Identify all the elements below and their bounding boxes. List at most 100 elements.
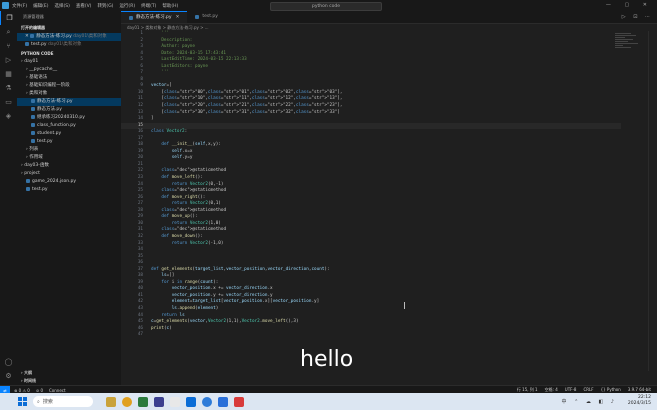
extensions-icon[interactable]: ▦ [0, 67, 17, 81]
tree-item-label: 列表 [29, 147, 39, 152]
python-icon[interactable]: ◈ [0, 109, 17, 123]
line-number: 47 [137, 332, 143, 338]
title-bar: 文件(F) 编辑(E) 选择(S) 查看(V) 转到(G) 运行(R) 终端(T) 帮助(H)… [0, 0, 657, 11]
chrome-icon[interactable] [122, 396, 132, 407]
status-item[interactable]: ⊗ 0 ⚠ 0 [14, 388, 30, 393]
store-icon[interactable] [138, 396, 148, 407]
command-center-search[interactable]: python code [270, 2, 382, 11]
python-file-icon [30, 33, 35, 38]
window-controls[interactable]: — ▢ ✕ [606, 2, 653, 8]
status-item[interactable]: {} Python [601, 387, 621, 392]
testing-icon[interactable]: ⚗ [0, 81, 17, 95]
edge-icon[interactable] [202, 396, 212, 407]
editor-tab[interactable]: 静态方法-练习.py ✕ [121, 11, 188, 24]
status-item[interactable]: ⊘ 0 [36, 388, 43, 393]
folder-item[interactable]: › 基础知识编程一阶段 [17, 82, 121, 90]
editor-area: 静态方法-练习.py ✕ test.py ▷ ⊡ ⋯ day01 > 类和对象 > … [121, 11, 657, 385]
tree-item-label: project [24, 171, 40, 176]
remote-explorer-icon[interactable]: ▭ [0, 95, 17, 109]
menu-bar: 文件(F) 编辑(E) 选择(S) 查看(V) 转到(G) 运行(R) 终端(T) 帮助(H) [12, 3, 184, 9]
open-editor-item[interactable]: test.py day01\类和对象 [17, 41, 121, 49]
tree-item-label: 静态方法-练习.py [37, 99, 73, 104]
menu-item[interactable]: 编辑(E) [33, 4, 48, 9]
search-icon[interactable]: ⌕ [0, 25, 17, 39]
app-icon[interactable] [170, 396, 180, 407]
sidebar-section-header[interactable]: › 时间线 [17, 377, 121, 385]
clock[interactable]: 22:12 2024/3/15 [628, 395, 651, 407]
open-editors-header[interactable]: 打开的编辑器 [17, 23, 121, 33]
menu-item[interactable]: 帮助(H) [162, 4, 178, 9]
folder-item[interactable]: › 类和对象 [17, 90, 121, 98]
folder-item[interactable]: › __pycache__ [17, 66, 121, 74]
tree-item-label: 静态方法.py [37, 107, 62, 112]
open-editor-hint: day01\类和对象 [71, 34, 107, 39]
menu-item[interactable]: 终端(T) [141, 4, 156, 9]
folder-item[interactable]: › project [17, 170, 121, 178]
taskbar-apps [103, 396, 247, 407]
file-item[interactable]: test.py [17, 138, 121, 146]
tree-item-label: game_2024.json.py [32, 179, 77, 184]
menu-item[interactable]: 运行(R) [119, 4, 135, 9]
file-item[interactable]: student.py [17, 130, 121, 138]
section-label: 大纲 [24, 370, 33, 375]
python-file-icon [31, 98, 35, 103]
project-header[interactable]: PYTHON CODE [17, 49, 121, 58]
source-control-icon[interactable]: ⑂ [0, 39, 17, 53]
system-tray-icons[interactable]: 中 ⌃ ☁ ◧ ♪ [562, 398, 617, 405]
section-label: 时间线 [24, 378, 37, 383]
folder-item[interactable]: › 列表 [17, 146, 121, 154]
python-file-icon [195, 15, 200, 19]
explorer-icon[interactable]: ❐ [0, 11, 18, 25]
vscode-logo-icon [2, 2, 9, 9]
tree-item-label: test.py [37, 139, 53, 144]
file-item[interactable]: test.py [17, 186, 121, 194]
tree-item-label: test.py [32, 187, 48, 192]
sidebar-section-header[interactable]: › 大纲 [17, 369, 121, 377]
file-item[interactable]: 静态方法.py [17, 106, 121, 114]
run-debug-icon[interactable]: ▷ [0, 53, 17, 67]
tree-item-label: student.py [37, 131, 62, 136]
file-tree: › day01 › __pycache__ › 基础语法 › 基础知识编程一阶段 › 类… [17, 58, 121, 194]
settings-gear-icon[interactable]: ⚙ [0, 369, 17, 383]
status-item[interactable]: UTF-8 [565, 387, 577, 392]
editor-actions[interactable]: ▷ ⊡ ⋯ [622, 14, 653, 20]
open-editor-name: 静态方法-练习.py [36, 34, 72, 39]
file-item[interactable]: class_function.py [17, 122, 121, 130]
file-item[interactable]: 静态方法-练习.py [17, 98, 121, 106]
account-icon[interactable]: ◯ [0, 355, 17, 369]
menu-item[interactable]: 选择(S) [54, 4, 69, 9]
windows-start-icon[interactable] [18, 397, 27, 406]
status-item[interactable]: Connect [49, 388, 66, 393]
python-file-icon [26, 178, 30, 183]
status-item[interactable]: 3.9.7 64-bit [628, 387, 651, 392]
folder-item[interactable]: › day01 [17, 58, 121, 66]
close-icon[interactable]: ✕ [176, 12, 180, 24]
vertical-scrollbar[interactable] [648, 31, 655, 371]
code-editor[interactable]: 1 ''' 2 Description: 3 Author: payne 4 Date… [121, 31, 621, 339]
vscode-taskbar-icon[interactable] [186, 396, 196, 407]
editor-tab[interactable]: test.py [187, 11, 226, 23]
menu-item[interactable]: 文件(F) [12, 4, 27, 9]
file-explorer-icon[interactable] [106, 396, 116, 407]
folder-item[interactable]: › 作用域 [17, 154, 121, 162]
status-item[interactable]: 行 15, 列 1 [517, 387, 538, 392]
menu-item[interactable]: 查看(V) [76, 4, 92, 9]
input-language[interactable]: 中 [562, 399, 570, 405]
windows-taskbar: ⌕ 搜索 中 ⌃ ☁ ◧ ♪ 22:12 2024/3/15 [0, 393, 657, 410]
code-line[interactable]: 47 [121, 332, 621, 339]
minimap[interactable] [615, 33, 641, 73]
folder-item[interactable]: › 基础语法 [17, 74, 121, 82]
app-icon[interactable] [154, 396, 164, 407]
app-icon[interactable] [218, 396, 228, 407]
file-item[interactable]: 继承练习20240310.py [17, 114, 121, 122]
folder-item[interactable]: › day03-函数 [17, 162, 121, 170]
open-editor-item[interactable]: ✕ 静态方法-练习.py day01\类和对象 [17, 33, 121, 41]
app-icon[interactable] [234, 396, 244, 407]
python-file-icon [31, 138, 35, 143]
status-item[interactable]: CRLF [583, 387, 593, 392]
status-item[interactable]: 空格: 4 [545, 387, 558, 392]
file-item[interactable]: game_2024.json.py [17, 178, 121, 186]
taskbar-search[interactable]: ⌕ 搜索 [33, 396, 93, 407]
menu-item[interactable]: 转到(G) [97, 4, 113, 9]
tree-item-label: 作用域 [29, 155, 43, 160]
